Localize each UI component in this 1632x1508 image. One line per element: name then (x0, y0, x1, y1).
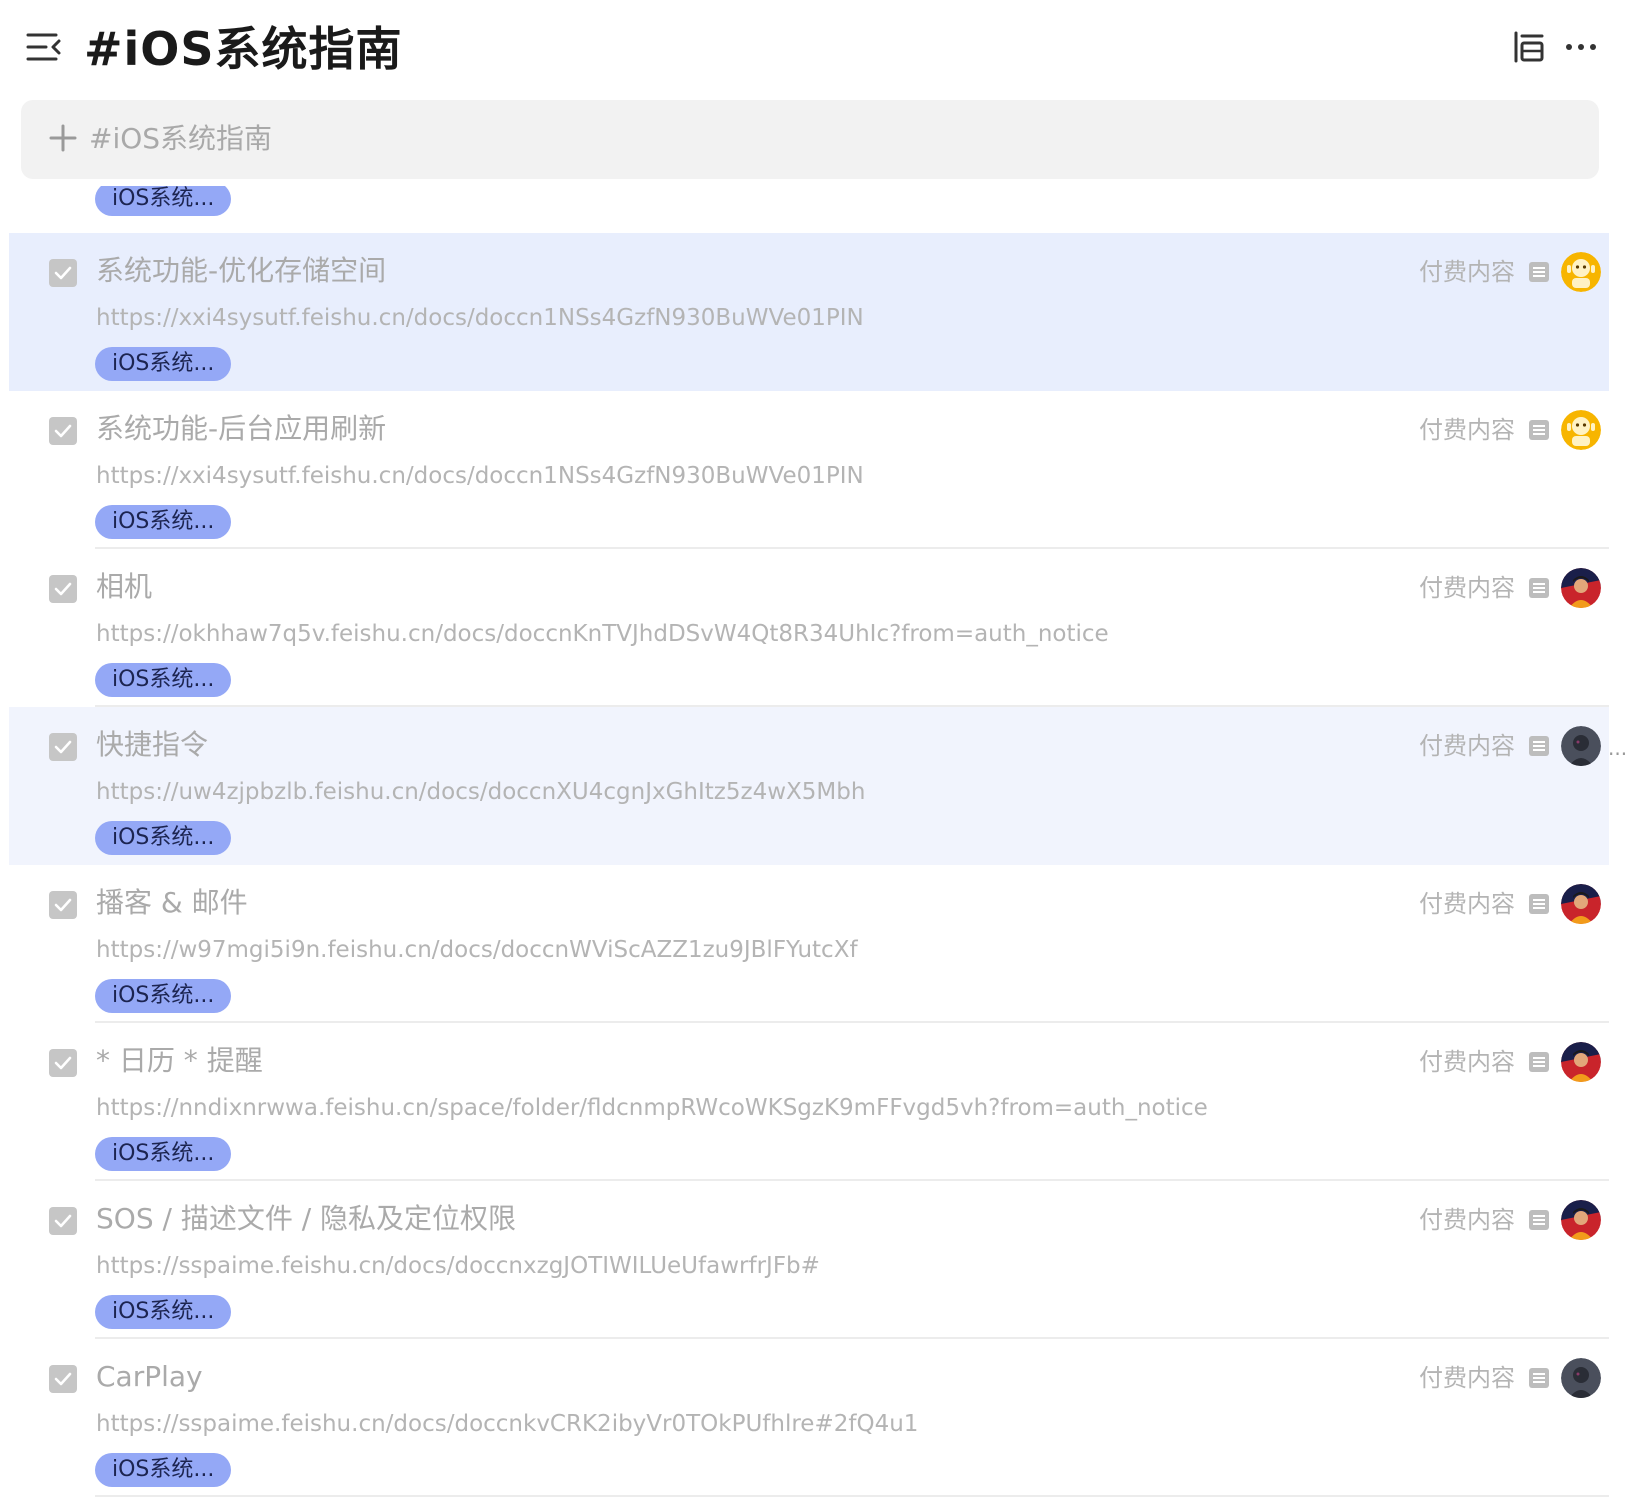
paid-content-label: 付费内容 (1419, 1048, 1515, 1076)
task-row[interactable]: 快捷指令 https://uw4zjpbzlb.feishu.cn/docs/do… (9, 707, 1609, 865)
collapse-sidebar-icon[interactable] (26, 30, 62, 64)
red-person-avatar[interactable] (1561, 568, 1601, 608)
tag-pill[interactable]: iOS系统... (95, 1137, 232, 1171)
task-checkbox[interactable] (49, 733, 77, 761)
task-url[interactable]: https://nndixnrwwa.feishu.cn/space/folde… (96, 1093, 1208, 1123)
task-checkbox[interactable] (49, 1365, 77, 1393)
task-list: iOS系统... 系统功能-优化存储空间 https://xxi4sysutf.f… (0, 186, 1632, 1508)
view-options-icon[interactable] (1512, 30, 1546, 64)
task-title: 系统功能-优化存储空间 (96, 254, 387, 287)
doc-icon[interactable] (1528, 1367, 1550, 1389)
doc-icon[interactable] (1528, 577, 1550, 599)
red-person-avatar[interactable] (1561, 884, 1601, 924)
tag-pill[interactable]: iOS系统... (95, 347, 232, 381)
header: #iOS系统指南 (0, 0, 1632, 100)
task-title: CarPlay (96, 1360, 203, 1393)
paid-content-label: 付费内容 (1419, 732, 1515, 760)
row-divider (95, 1495, 1609, 1497)
task-checkbox[interactable] (49, 417, 77, 445)
plus-icon (49, 124, 77, 152)
paid-content-label: 付费内容 (1419, 890, 1515, 918)
tag-pill[interactable]: iOS系统... (95, 821, 232, 855)
add-task-input[interactable]: #iOS系统指南 (21, 100, 1599, 179)
task-row[interactable]: 播客 & 邮件 https://w97mgi5i9n.feishu.cn/docs… (9, 865, 1609, 1023)
task-checkbox[interactable] (49, 891, 77, 919)
task-title: SOS / 描述文件 / 隐私及定位权限 (96, 1202, 517, 1235)
dark-person-avatar[interactable] (1561, 1358, 1601, 1398)
tag-pill[interactable]: iOS系统... (95, 505, 232, 539)
paid-content-label: 付费内容 (1419, 1206, 1515, 1234)
task-url[interactable]: https://sspaime.feishu.cn/docs/doccnxzgJ… (96, 1251, 820, 1281)
yellow-character-avatar[interactable] (1561, 410, 1601, 450)
task-checkbox[interactable] (49, 575, 77, 603)
task-title: 快捷指令 (96, 728, 209, 761)
more-options-icon[interactable] (1564, 30, 1598, 64)
task-url[interactable]: https://xxi4sysutf.feishu.cn/docs/doccn1… (96, 461, 864, 491)
doc-icon[interactable] (1528, 261, 1550, 283)
tag-pill[interactable]: iOS系统... (95, 663, 232, 697)
task-url[interactable]: https://xxi4sysutf.feishu.cn/docs/doccn1… (96, 303, 864, 333)
page-title: #iOS系统指南 (84, 22, 403, 76)
dark-person-avatar[interactable] (1561, 726, 1601, 766)
tag-pill[interactable]: iOS系统... (95, 1295, 232, 1329)
task-checkbox[interactable] (49, 1049, 77, 1077)
task-row[interactable]: CarPlay https://sspaime.feishu.cn/docs/do… (9, 1339, 1609, 1497)
tag-pill[interactable]: iOS系统... (95, 1453, 232, 1487)
paid-content-label: 付费内容 (1419, 416, 1515, 444)
task-checkbox[interactable] (49, 1207, 77, 1235)
task-url[interactable]: https://okhhaw7q5v.feishu.cn/docs/doccnK… (96, 619, 1109, 649)
task-row[interactable]: 系统功能-优化存储空间 https://xxi4sysutf.feishu.cn/… (9, 233, 1609, 391)
paid-content-label: 付费内容 (1419, 574, 1515, 602)
task-row[interactable]: 相机 https://okhhaw7q5v.feishu.cn/docs/docc… (9, 549, 1609, 707)
doc-icon[interactable] (1528, 735, 1550, 757)
yellow-character-avatar[interactable] (1561, 252, 1601, 292)
task-title: 相机 (96, 570, 153, 603)
task-url[interactable]: https://sspaime.feishu.cn/docs/doccnkvCR… (96, 1409, 918, 1439)
doc-icon[interactable] (1528, 419, 1550, 441)
red-person-avatar[interactable] (1561, 1200, 1601, 1240)
task-row[interactable]: SOS / 描述文件 / 隐私及定位权限 https://sspaime.feis… (9, 1181, 1609, 1339)
task-row[interactable]: * 日历 * 提醒 https://nndixnrwwa.feishu.cn/sp… (9, 1023, 1609, 1181)
task-checkbox[interactable] (49, 259, 77, 287)
task-title: * 日历 * 提醒 (96, 1044, 263, 1077)
edge-more-icon[interactable]: ··· (1608, 744, 1627, 764)
paid-content-label: 付费内容 (1419, 1364, 1515, 1392)
task-row[interactable]: 系统功能-后台应用刷新 https://xxi4sysutf.feishu.cn/… (9, 391, 1609, 549)
task-title: 系统功能-后台应用刷新 (96, 412, 387, 445)
doc-icon[interactable] (1528, 1051, 1550, 1073)
red-person-avatar[interactable] (1561, 1042, 1601, 1082)
doc-icon[interactable] (1528, 1209, 1550, 1231)
task-url[interactable]: https://w97mgi5i9n.feishu.cn/docs/doccnW… (96, 935, 858, 965)
tag-pill[interactable]: iOS系统... (95, 186, 232, 216)
task-title: 播客 & 邮件 (96, 886, 248, 919)
task-url[interactable]: https://uw4zjpbzlb.feishu.cn/docs/doccnX… (96, 777, 865, 807)
doc-icon[interactable] (1528, 893, 1550, 915)
tag-pill[interactable]: iOS系统... (95, 979, 232, 1013)
add-task-placeholder: #iOS系统指南 (89, 122, 273, 155)
paid-content-label: 付费内容 (1419, 258, 1515, 286)
